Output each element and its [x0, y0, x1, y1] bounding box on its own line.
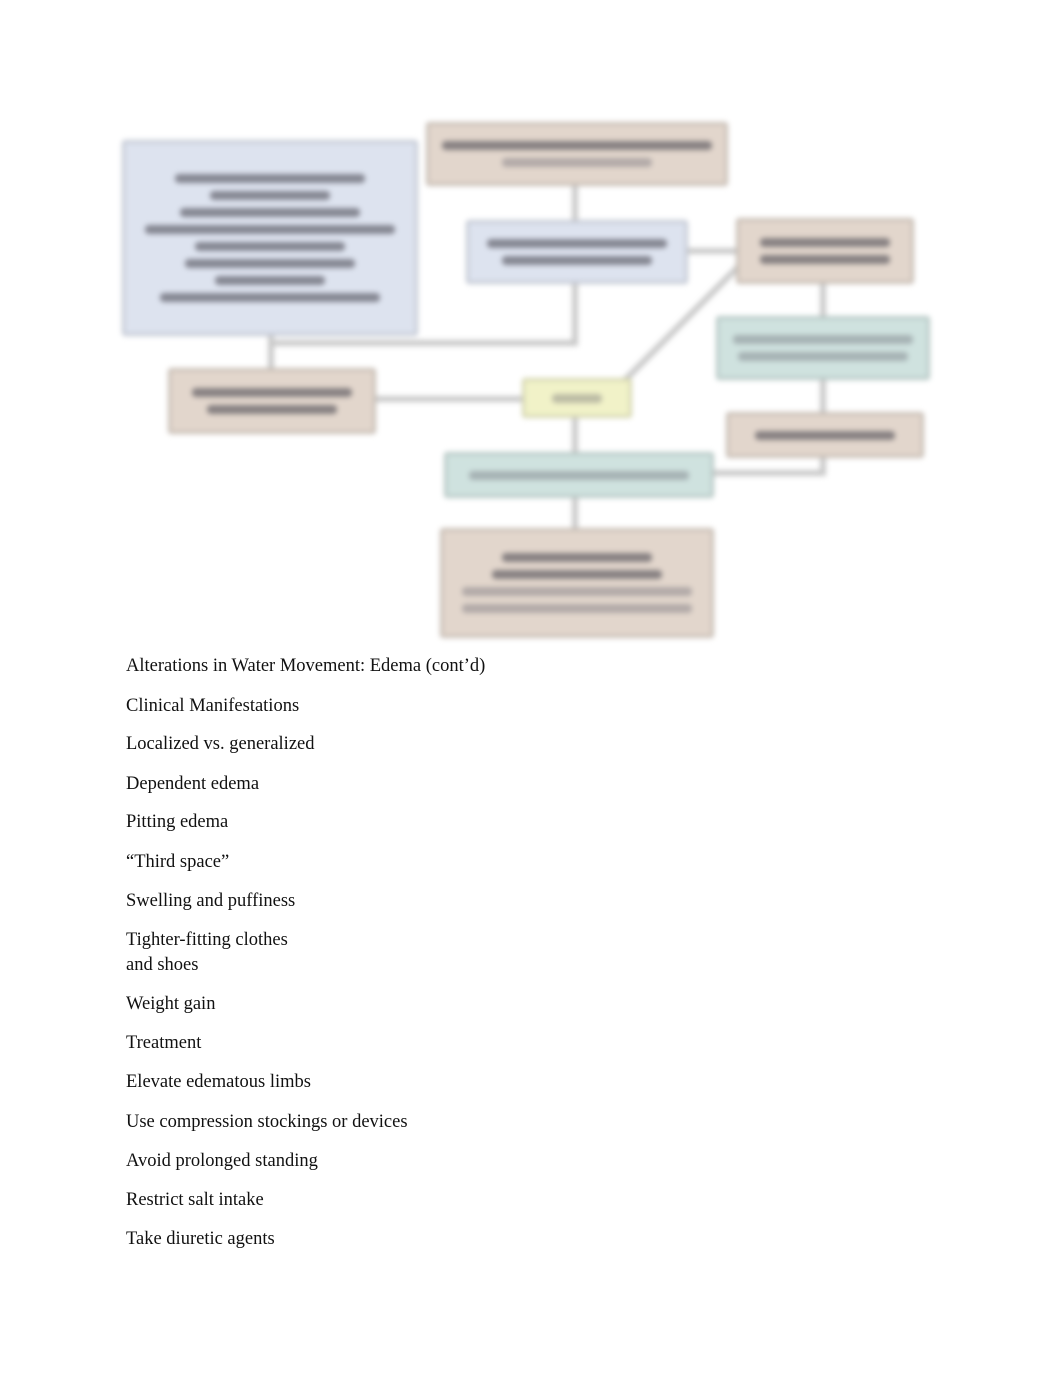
flowchart-box-blue-mid — [466, 220, 688, 284]
flowchart-box-edema-center — [522, 378, 632, 418]
flowchart-box-teal-bottom — [444, 452, 714, 498]
flowchart-box-tan-bottom — [440, 528, 714, 638]
connector — [820, 282, 826, 318]
flowchart-box-teal-right — [716, 316, 930, 380]
edema-flowchart — [0, 0, 1062, 650]
list-item: Tighter-fitting clothes and shoes — [126, 930, 288, 975]
flowchart-box-tan-top — [426, 122, 728, 186]
list-item: Avoid prolonged standing — [126, 1151, 318, 1171]
connector — [270, 340, 578, 346]
list-item: Dependent edema — [126, 774, 260, 794]
connector — [712, 470, 826, 476]
connector — [572, 418, 578, 454]
list-item: Use compression stockings or devices — [126, 1112, 408, 1132]
connector — [572, 496, 578, 530]
list-item: Clinical Manifestations — [126, 696, 300, 716]
list-item: Take diuretic agents — [126, 1229, 275, 1249]
flowchart-box-tan-right-bottom — [726, 412, 924, 458]
slide-title: Alterations in Water Movement: Edema (co… — [126, 656, 486, 676]
flowchart-box-tan-left — [168, 368, 376, 434]
connector — [820, 380, 826, 414]
flowchart-box-blue-large — [122, 140, 418, 336]
list-item: “Third space” — [126, 852, 230, 872]
list-item: Weight gain — [126, 994, 216, 1014]
connector — [686, 248, 738, 254]
section-heading-treatment: Treatment — [126, 1033, 202, 1053]
connector — [572, 282, 578, 346]
list-item: Restrict salt intake — [126, 1190, 264, 1210]
connector — [572, 185, 578, 223]
list-item: Elevate edematous limbs — [126, 1072, 311, 1092]
list-item: Localized vs. generalized — [126, 734, 315, 754]
connector — [375, 396, 523, 402]
list-item: Pitting edema — [126, 812, 229, 832]
flowchart-box-tan-right-top — [736, 218, 914, 284]
list-item: Swelling and puffiness — [126, 891, 296, 911]
